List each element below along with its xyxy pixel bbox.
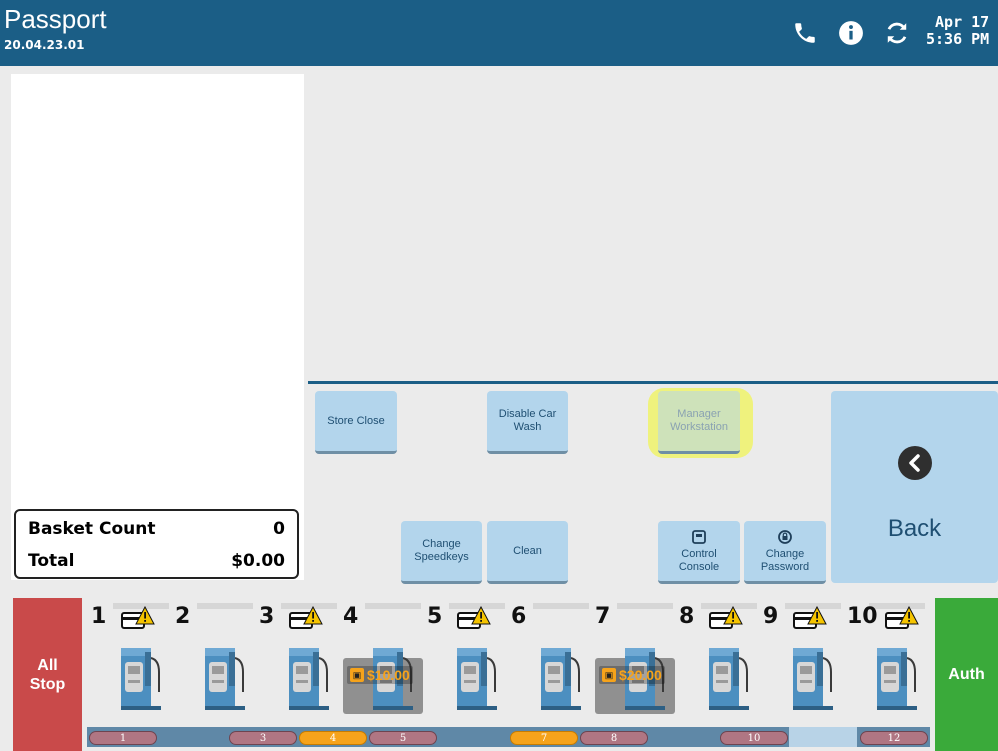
store-close-label: Store Close bbox=[327, 414, 385, 427]
pump-number: 10 bbox=[847, 604, 878, 629]
phone-icon[interactable] bbox=[792, 20, 818, 46]
pump-number: 2 bbox=[175, 604, 191, 629]
pump-number: 7 bbox=[595, 604, 611, 629]
all-stop-label-line1: All bbox=[37, 656, 58, 674]
refresh-icon[interactable] bbox=[884, 20, 910, 46]
store-close-button[interactable]: Store Close bbox=[315, 391, 397, 454]
pump-status-chip[interactable]: 12 bbox=[860, 731, 928, 745]
change-speedkeys-button[interactable]: Change Speedkeys bbox=[401, 521, 482, 584]
fuel-pump-icon bbox=[793, 648, 833, 710]
pump-prepay-amount: $10.00 bbox=[367, 667, 410, 683]
pump-status-chip[interactable]: 1 bbox=[89, 731, 157, 745]
pump-10[interactable]: 10 bbox=[847, 600, 927, 720]
pump-5[interactable]: 5 bbox=[427, 600, 507, 720]
prepay-icon: ▣ bbox=[350, 668, 364, 682]
basket-count-label: Basket Count bbox=[28, 519, 156, 539]
pump-number: 8 bbox=[679, 604, 695, 629]
change-password-label-line1: Change bbox=[765, 547, 805, 560]
card-warning-icon bbox=[885, 606, 919, 629]
date-text: Apr 17 bbox=[935, 13, 990, 31]
pump-status-chip[interactable]: 10 bbox=[720, 731, 788, 745]
receipt-panel bbox=[11, 74, 304, 580]
app-version: 20.04.23.01 bbox=[4, 38, 85, 52]
basket-count-value: 0 bbox=[273, 519, 285, 539]
card-warning-icon bbox=[793, 606, 827, 629]
fuel-pump-icon bbox=[541, 648, 581, 710]
strip-highlight bbox=[789, 727, 857, 747]
menu-divider bbox=[308, 381, 998, 384]
clean-label: Clean bbox=[513, 544, 542, 557]
pump-canopy bbox=[617, 603, 673, 609]
card-warning-icon bbox=[709, 606, 743, 629]
back-button[interactable]: Back bbox=[831, 391, 998, 583]
pump-number: 9 bbox=[763, 604, 779, 629]
clean-button[interactable]: Clean bbox=[487, 521, 568, 584]
change-speedkeys-label-line2: Speedkeys bbox=[414, 551, 469, 563]
pump-number: 1 bbox=[91, 604, 107, 629]
pump-canopy bbox=[197, 603, 253, 609]
pump-status-chip[interactable]: 3 bbox=[229, 731, 297, 745]
pump-7[interactable]: 7 ▣ $20.00 bbox=[595, 600, 675, 720]
pump-4[interactable]: 4 ▣ $10.00 bbox=[343, 600, 423, 720]
pump-status-strip bbox=[87, 727, 930, 747]
fuel-pump-icon bbox=[709, 648, 749, 710]
fuel-pump-icon bbox=[205, 648, 245, 710]
header-bar: Passport 20.04.23.01 Apr 17 5:36 PM bbox=[0, 0, 998, 66]
prepay-icon: ▣ bbox=[602, 668, 616, 682]
fuel-pump-icon bbox=[121, 648, 161, 710]
info-icon[interactable] bbox=[838, 20, 864, 46]
pump-prepay-amount: $20.00 bbox=[619, 667, 662, 683]
pump-number: 6 bbox=[511, 604, 527, 629]
pump-status-chip[interactable]: 8 bbox=[580, 731, 648, 745]
card-warning-icon bbox=[457, 606, 491, 629]
pump-2[interactable]: 2 bbox=[175, 600, 255, 720]
pump-6[interactable]: 6 bbox=[511, 600, 591, 720]
change-password-label-line2: Password bbox=[760, 560, 810, 573]
date-time: Apr 17 5:36 PM bbox=[926, 14, 989, 48]
manager-workstation-label-line1: Manager bbox=[677, 408, 721, 420]
fuel-pump-icon bbox=[289, 648, 329, 710]
pump-status-chip[interactable]: 7 bbox=[510, 731, 578, 745]
all-stop-label-line2: Stop bbox=[29, 675, 66, 693]
pump-prepay-tag: ▣ $10.00 bbox=[347, 666, 413, 684]
all-stop-button[interactable]: All Stop bbox=[13, 598, 82, 751]
disable-car-wash-button[interactable]: Disable Car Wash bbox=[487, 391, 568, 454]
card-warning-icon bbox=[121, 606, 155, 629]
pump-status-chip[interactable]: 4 bbox=[299, 731, 367, 745]
chevron-left-icon bbox=[898, 446, 932, 480]
console-icon bbox=[692, 529, 706, 544]
pump-3[interactable]: 3 bbox=[259, 600, 339, 720]
pump-number: 3 bbox=[259, 604, 275, 629]
app-title: Passport bbox=[4, 4, 107, 34]
card-warning-icon bbox=[289, 606, 323, 629]
fuel-pump-icon bbox=[457, 648, 497, 710]
fuel-pump-icon bbox=[877, 648, 917, 710]
auth-button[interactable]: Auth bbox=[935, 598, 998, 751]
control-console-label-line1: Control bbox=[681, 547, 717, 560]
change-speedkeys-label-line1: Change bbox=[422, 538, 461, 550]
disable-car-wash-label-line1: Disable Car bbox=[498, 408, 557, 420]
pump-prepay-tag: ▣ $20.00 bbox=[599, 666, 665, 684]
control-console-label-line2: Console bbox=[678, 560, 720, 573]
auth-label: Auth bbox=[948, 665, 985, 683]
pump-1[interactable]: 1 bbox=[91, 600, 171, 720]
manager-workstation-button[interactable]: Manager Workstation bbox=[658, 391, 740, 454]
total-value: $0.00 bbox=[231, 551, 285, 571]
pump-canopy bbox=[365, 603, 421, 609]
disable-car-wash-label-line2: Wash bbox=[513, 421, 542, 433]
time-text: 5:36 PM bbox=[926, 30, 990, 48]
pump-canopy bbox=[533, 603, 589, 609]
pump-number: 4 bbox=[343, 604, 359, 629]
totals-box: Basket Count 0 Total $0.00 bbox=[14, 509, 299, 579]
password-lock-icon bbox=[778, 529, 792, 544]
pump-8[interactable]: 8 bbox=[679, 600, 759, 720]
back-label: Back bbox=[887, 515, 942, 542]
control-console-button[interactable]: Control Console bbox=[658, 521, 740, 584]
pump-9[interactable]: 9 bbox=[763, 600, 843, 720]
total-label: Total bbox=[28, 551, 75, 571]
change-password-button[interactable]: Change Password bbox=[744, 521, 826, 584]
pump-number: 5 bbox=[427, 604, 443, 629]
pump-status-chip[interactable]: 5 bbox=[369, 731, 437, 745]
manager-workstation-label-line2: Workstation bbox=[670, 421, 728, 433]
